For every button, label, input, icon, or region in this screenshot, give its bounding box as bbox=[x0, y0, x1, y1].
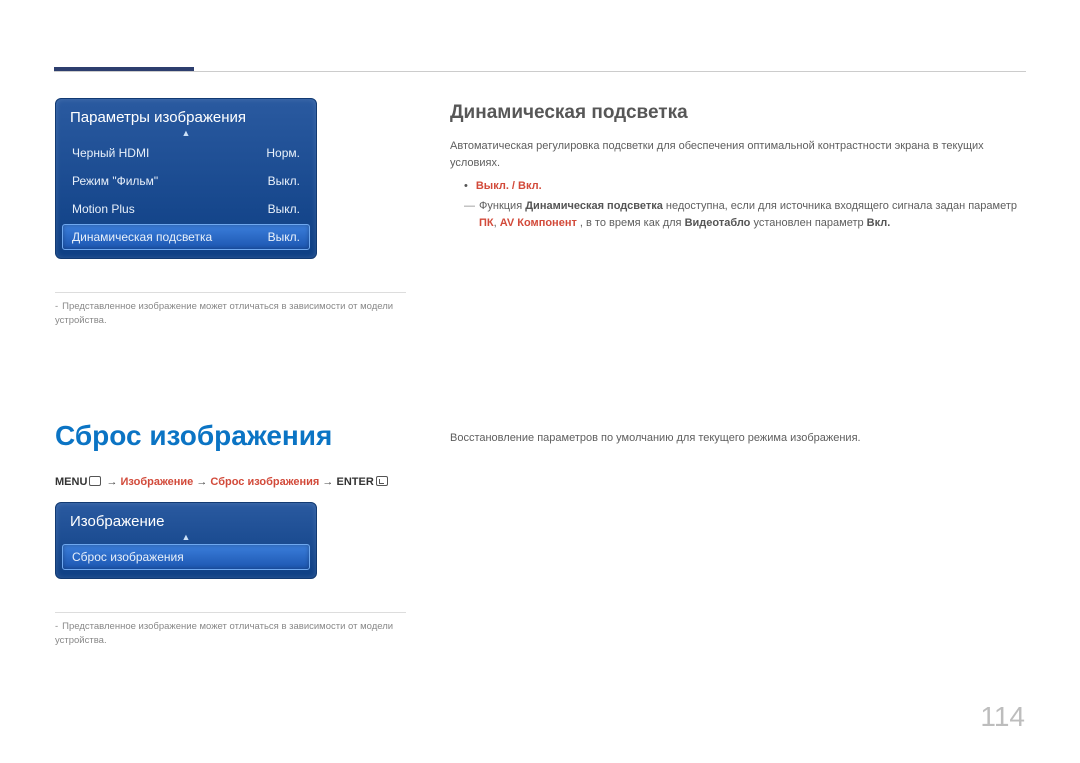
caption-text: Представленное изображение может отличат… bbox=[55, 621, 393, 646]
menu-item-label: Черный HDMI bbox=[72, 146, 149, 160]
menu-item-reset-picture[interactable]: Сброс изображения bbox=[62, 544, 310, 570]
menu-item-motion-plus[interactable]: Motion Plus Выкл. bbox=[62, 196, 310, 222]
menu-item-value: Норм. bbox=[266, 146, 300, 160]
note-text: установлен параметр bbox=[750, 217, 866, 229]
note-bold: Динамическая подсветка bbox=[525, 200, 663, 212]
options-text: Выкл. / Вкл. bbox=[476, 180, 542, 192]
note-bold: Видеотабло bbox=[685, 217, 751, 229]
menu-item-label: Сброс изображения bbox=[72, 550, 184, 564]
menu-item-value: Выкл. bbox=[268, 230, 300, 244]
section-heading: Сброс изображения bbox=[55, 420, 450, 452]
note-red: AV Компонент bbox=[500, 217, 577, 229]
menu-item-value: Выкл. bbox=[268, 202, 300, 216]
note-text: Функция bbox=[479, 200, 525, 212]
nav-item: Изображение bbox=[121, 476, 194, 488]
bullet-dot-icon: • bbox=[464, 180, 468, 192]
navigation-path: MENU → Изображение → Сброс изображения →… bbox=[55, 476, 450, 488]
nav-arrow: → bbox=[319, 476, 336, 488]
bullet-options: • Выкл. / Вкл. bbox=[464, 180, 1026, 192]
menu-item-label: Динамическая подсветка bbox=[72, 230, 212, 244]
header-divider bbox=[54, 71, 1026, 72]
menu-panel-image: Изображение ▲ Сброс изображения bbox=[55, 502, 317, 579]
section-reset-picture: Сброс изображения MENU → Изображение → С… bbox=[55, 420, 1026, 649]
nav-arrow: → bbox=[103, 476, 120, 488]
nav-arrow: → bbox=[193, 476, 210, 488]
left-column: Параметры изображения ▲ Черный HDMI Норм… bbox=[55, 98, 450, 329]
menu-item-black-hdmi[interactable]: Черный HDMI Норм. bbox=[62, 140, 310, 166]
body-paragraph: Автоматическая регулировка подсветки для… bbox=[450, 138, 1026, 172]
caption: -Представленное изображение может отлича… bbox=[55, 292, 406, 329]
section-heading: Динамическая подсветка bbox=[450, 102, 1026, 124]
menu-item-film-mode[interactable]: Режим "Фильм" Выкл. bbox=[62, 168, 310, 194]
menu-item-dynamic-backlight[interactable]: Динамическая подсветка Выкл. bbox=[62, 224, 310, 250]
caption-text: Представленное изображение может отличат… bbox=[55, 301, 393, 326]
note: ― Функция Динамическая подсветка недосту… bbox=[464, 198, 1026, 232]
menu-panel-image-options: Параметры изображения ▲ Черный HDMI Норм… bbox=[55, 98, 317, 259]
note-red: ПК bbox=[479, 217, 494, 229]
page-content: Параметры изображения ▲ Черный HDMI Норм… bbox=[55, 98, 1026, 329]
note-text: , в то время как для bbox=[577, 217, 685, 229]
note-text: недоступна, если для источника входящего… bbox=[663, 200, 1017, 212]
note-bold: Вкл. bbox=[867, 217, 891, 229]
body-paragraph: Восстановление параметров по умолчанию д… bbox=[450, 430, 1026, 447]
right-column: Динамическая подсветка Автоматическая ре… bbox=[450, 98, 1026, 329]
nav-enter-label: ENTER bbox=[336, 476, 373, 488]
page-number: 114 bbox=[980, 701, 1025, 733]
chevron-up-icon: ▲ bbox=[56, 532, 316, 542]
enter-icon bbox=[376, 476, 388, 486]
menu-item-value: Выкл. bbox=[268, 174, 300, 188]
menu-item-label: Motion Plus bbox=[72, 202, 135, 216]
menu-icon bbox=[89, 476, 101, 486]
nav-item: Сброс изображения bbox=[210, 476, 319, 488]
nav-menu-label: MENU bbox=[55, 476, 87, 488]
menu-item-label: Режим "Фильм" bbox=[72, 174, 158, 188]
caption: -Представленное изображение может отлича… bbox=[55, 612, 406, 649]
chevron-up-icon: ▲ bbox=[56, 128, 316, 138]
dash-icon: ― bbox=[464, 198, 475, 232]
